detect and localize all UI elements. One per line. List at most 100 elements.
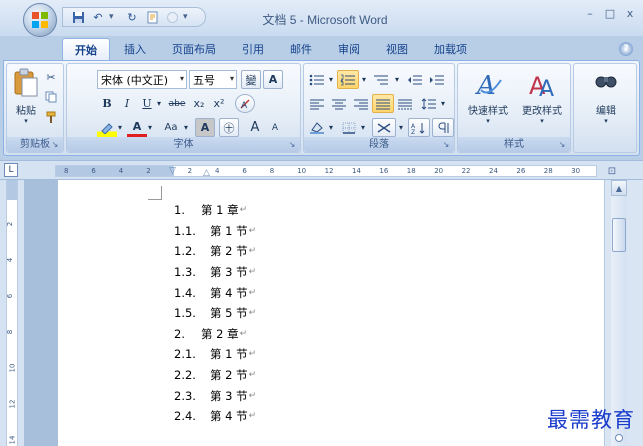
quick-styles-button[interactable]: A 快速样式 ▾	[462, 68, 514, 125]
increase-indent-icon[interactable]	[426, 70, 448, 89]
undo-icon[interactable]: ↶	[89, 9, 107, 25]
line-spacing-dropdown-icon[interactable]: ▾	[438, 94, 448, 113]
numbering-dropdown-icon[interactable]: ▾	[359, 70, 369, 89]
multilevel-list-icon[interactable]	[370, 70, 392, 89]
paste-dropdown-icon[interactable]: ▾	[24, 117, 28, 125]
view-ruler-icon[interactable]: ⊡	[604, 163, 620, 179]
subscript-button[interactable]: x₂	[189, 94, 209, 113]
tab-mailings[interactable]: 邮件	[278, 38, 324, 60]
shrink-font-button[interactable]: A	[265, 118, 285, 137]
align-right-icon[interactable]	[350, 94, 372, 113]
clipboard-launcher-icon[interactable]: ↘	[50, 140, 60, 150]
paste-button[interactable]: 粘贴 ▾	[11, 68, 41, 125]
italic-button[interactable]: I	[117, 94, 137, 113]
list-item[interactable]: 1.4. 第 4 节 ↵	[174, 282, 256, 303]
strikethrough-button[interactable]: abe	[167, 94, 187, 113]
list-item[interactable]: 2.3. 第 3 节 ↵	[174, 385, 256, 406]
shading-dropdown-icon[interactable]: ▾	[326, 118, 336, 137]
hanging-indent-marker[interactable]: △	[203, 168, 210, 178]
highlight-icon[interactable]	[97, 118, 117, 137]
font-size-dropdown-icon[interactable]: ▾	[230, 74, 234, 83]
list-item[interactable]: 1.1. 第 1 节 ↵	[174, 221, 256, 242]
vertical-ruler-track[interactable]: 2 4 6 8 10 12 14	[6, 180, 18, 446]
editing-dropdown-icon[interactable]: ▾	[604, 117, 608, 125]
highlight-dropdown-icon[interactable]: ▾	[115, 118, 125, 137]
cut-icon[interactable]: ✂	[41, 68, 61, 86]
tab-review[interactable]: 审阅	[326, 38, 372, 60]
align-center-icon[interactable]	[328, 94, 350, 113]
list-item[interactable]: 2.1. 第 1 节 ↵	[174, 344, 256, 365]
chinese-layout-icon[interactable]	[372, 118, 396, 137]
enclose-char-button[interactable]: ㊉	[219, 118, 239, 137]
superscript-button[interactable]: x²	[209, 94, 229, 113]
sort-icon[interactable]: AZ	[408, 118, 430, 137]
clear-formatting-icon[interactable]: A	[235, 94, 255, 113]
format-painter-icon[interactable]	[143, 9, 161, 25]
justify-icon[interactable]	[372, 94, 394, 113]
maximize-button[interactable]: □	[603, 6, 617, 20]
close-button[interactable]: x	[623, 6, 637, 20]
customize-quick-access-icon[interactable]: ▾	[183, 12, 195, 22]
char-shading-button[interactable]: A	[195, 118, 215, 137]
save-icon[interactable]	[69, 9, 87, 25]
tab-home[interactable]: 开始	[62, 38, 110, 60]
underline-dropdown-icon[interactable]: ▾	[153, 94, 165, 113]
change-styles-button[interactable]: A A 更改样式 ▾	[514, 68, 570, 125]
font-color-dropdown-icon[interactable]: ▾	[145, 118, 155, 137]
list-item[interactable]: 2. 第 2 章 ↵	[174, 324, 256, 345]
borders-icon[interactable]	[338, 118, 360, 137]
redo-icon[interactable]: ↻	[123, 9, 141, 25]
office-button[interactable]	[23, 3, 57, 37]
bullets-dropdown-icon[interactable]: ▾	[326, 70, 336, 89]
borders-dropdown-icon[interactable]: ▾	[358, 118, 368, 137]
multilevel-dropdown-icon[interactable]: ▾	[392, 70, 402, 89]
editing-button[interactable]: 编辑 ▾	[582, 68, 630, 125]
help-icon[interactable]: ?	[619, 42, 633, 56]
change-case-dropdown-icon[interactable]: ▾	[181, 118, 191, 137]
list-item[interactable]: 1. 第 1 章 ↵	[174, 200, 256, 221]
tab-stop-selector[interactable]: L	[4, 163, 18, 177]
list-item[interactable]: 2.2. 第 2 节 ↵	[174, 365, 256, 386]
chinese-layout-dropdown-icon[interactable]: ▾	[396, 118, 406, 137]
distributed-icon[interactable]	[394, 94, 416, 113]
paragraph-launcher-icon[interactable]: ↘	[441, 140, 451, 150]
change-case-button[interactable]: Aa	[159, 118, 183, 137]
list-item[interactable]: 1.5. 第 5 节 ↵	[174, 303, 256, 324]
change-styles-dropdown-icon[interactable]: ▾	[540, 117, 544, 125]
font-launcher-icon[interactable]: ↘	[287, 140, 297, 150]
char-border-button[interactable]: A	[263, 70, 283, 89]
font-name-dropdown-icon[interactable]: ▾	[180, 74, 184, 83]
show-hide-marks-icon[interactable]	[432, 118, 454, 137]
list-item[interactable]: 2.4. 第 4 节 ↵	[174, 406, 256, 427]
grow-font-button[interactable]: A	[245, 118, 265, 137]
document-page[interactable]: 1. 第 1 章 ↵ 1.1. 第 1 节 ↵ 1.2. 第 2 节 ↵ 1.3. 第 3 节 ↵ 1.…	[58, 180, 604, 446]
tab-view[interactable]: 视图	[374, 38, 420, 60]
list-item[interactable]: 1.3. 第 3 节 ↵	[174, 262, 256, 283]
bold-button[interactable]: B	[97, 94, 117, 113]
scroll-thumb[interactable]	[612, 218, 626, 252]
bullets-icon[interactable]	[306, 70, 328, 89]
tab-insert[interactable]: 插入	[112, 38, 158, 60]
undo-dropdown-icon[interactable]: ▾	[109, 12, 121, 22]
select-browse-object-icon[interactable]	[615, 434, 623, 442]
copy-icon[interactable]	[41, 88, 61, 106]
list-item[interactable]: 1.2. 第 2 节 ↵	[174, 241, 256, 262]
font-size-combo[interactable]: 五号 ▾	[189, 70, 237, 89]
tab-page-layout[interactable]: 页面布局	[160, 38, 228, 60]
shading-icon[interactable]	[306, 118, 328, 137]
line-spacing-icon[interactable]	[418, 94, 440, 113]
minimize-button[interactable]: –	[583, 6, 597, 20]
format-painter-brush-icon[interactable]	[41, 108, 61, 126]
first-line-indent-marker[interactable]: ▽	[169, 166, 176, 176]
quick-styles-dropdown-icon[interactable]: ▾	[486, 117, 490, 125]
tab-references[interactable]: 引用	[230, 38, 276, 60]
scroll-up-button[interactable]: ▲	[611, 180, 627, 196]
align-left-icon[interactable]	[306, 94, 328, 113]
phonetic-guide-button[interactable]: 變	[241, 70, 261, 89]
styles-launcher-icon[interactable]: ↘	[557, 140, 567, 150]
font-name-combo[interactable]: 宋体 (中文正) ▾	[97, 70, 187, 89]
decrease-indent-icon[interactable]	[404, 70, 426, 89]
font-color-button[interactable]: A	[127, 118, 147, 137]
numbering-icon[interactable]	[337, 70, 359, 89]
ruler-track[interactable]: ▽ △ 8 6 4 2 2 4 6 8 10 12 14 16 18 20 22 24 26 28 30	[55, 165, 597, 178]
